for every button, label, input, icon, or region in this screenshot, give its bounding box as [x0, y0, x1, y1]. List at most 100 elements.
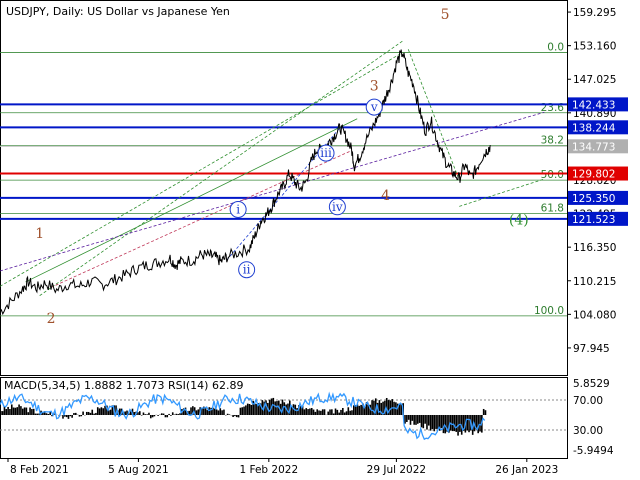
- macd-bar: [268, 399, 271, 415]
- macd-bar: [418, 415, 421, 423]
- macd-bar: [69, 415, 72, 417]
- macd-bar: [100, 407, 103, 415]
- fib-label: 0.0: [547, 42, 564, 54]
- y-tick-label: 159.295: [573, 7, 616, 19]
- x-tick-label: 5 Aug 2021: [108, 464, 169, 476]
- macd-bar: [272, 397, 275, 415]
- macd-bar: [332, 413, 335, 415]
- channel-line: [39, 40, 403, 296]
- macd-bar: [411, 415, 414, 421]
- macd-bar: [353, 405, 355, 415]
- macd-bar: [74, 412, 77, 415]
- macd-bar: [358, 405, 361, 415]
- level-label: 134.773: [572, 141, 615, 153]
- macd-bar: [104, 405, 106, 415]
- macd-bar: [406, 415, 408, 422]
- macd-bar: [321, 409, 324, 415]
- macd-bar: [164, 415, 167, 418]
- channel-line: [459, 178, 545, 207]
- macd-bar: [420, 415, 423, 428]
- macd-bar: [78, 415, 81, 417]
- macd-bar: [296, 408, 298, 415]
- x-tick-label: 29 Jul 2022: [367, 464, 426, 476]
- x-tick-label: 8 Feb 2021: [10, 464, 69, 476]
- level-label: 142.433: [572, 99, 615, 111]
- macd-bar: [433, 415, 436, 432]
- macd-bar: [32, 408, 35, 415]
- macd-bar: [96, 407, 99, 415]
- macd-bar: [413, 415, 415, 425]
- wave-label: 3: [370, 78, 379, 94]
- macd-bar: [415, 415, 417, 425]
- macd-bar: [34, 413, 37, 415]
- macd-bar: [426, 415, 428, 430]
- macd-bar: [85, 411, 88, 415]
- macd-bar: [422, 415, 425, 429]
- macd-bar: [235, 415, 238, 418]
- macd-bar: [429, 415, 432, 431]
- macd-bar: [331, 409, 333, 415]
- macd-bar: [36, 413, 39, 415]
- macd-bar: [407, 415, 410, 420]
- macd-bar: [274, 401, 276, 415]
- macd-bar: [342, 407, 344, 415]
- macd-bar: [151, 415, 154, 418]
- y-tick-label: 104.080: [573, 309, 616, 321]
- macd-bar: [10, 404, 13, 415]
- chart-canvas: USDJPY, Daily: US Dollar vs Japanese Yen…: [0, 0, 628, 476]
- macd-bar: [389, 400, 392, 415]
- macd-bar: [371, 400, 373, 415]
- macd-bar: [228, 414, 231, 415]
- macd-bar: [345, 411, 348, 415]
- macd-bar: [409, 415, 412, 425]
- macd-bar: [312, 409, 315, 415]
- macd-bar: [338, 412, 340, 415]
- macd-bar: [23, 407, 26, 415]
- macd-bar: [144, 414, 147, 415]
- macd-bar: [62, 415, 64, 419]
- macd-bar: [283, 402, 286, 415]
- macd-bar: [25, 407, 28, 415]
- wave-label: (4): [509, 212, 529, 228]
- macd-bar: [148, 412, 150, 415]
- macd-bar: [276, 401, 278, 415]
- macd-bar: [314, 411, 317, 415]
- wave-label: iv: [332, 200, 343, 214]
- wave-label: i: [236, 203, 240, 217]
- macd-bar: [195, 410, 198, 415]
- macd-bar: [305, 408, 308, 415]
- macd-bar: [219, 408, 222, 415]
- wave-label: 4: [381, 188, 390, 204]
- macd-bar: [245, 405, 247, 415]
- macd-bar: [318, 410, 320, 415]
- y-tick-label: 97.945: [573, 343, 610, 355]
- wave-label: iii: [320, 146, 332, 160]
- macd-bar: [16, 407, 19, 415]
- fib-label: 50.0: [541, 169, 564, 181]
- macd-bar: [455, 415, 458, 432]
- macd-bar: [9, 409, 11, 415]
- macd-bar: [435, 415, 437, 429]
- channel-line: [25, 118, 358, 283]
- macd-bar: [29, 407, 31, 415]
- indicator-tick-label: 70.00: [573, 395, 603, 407]
- macd-bar: [157, 415, 159, 416]
- macd-bar: [139, 411, 141, 415]
- channel-line: [0, 111, 545, 272]
- macd-bar: [316, 409, 319, 415]
- macd-bar: [226, 413, 229, 415]
- macd-bar: [307, 409, 309, 415]
- macd-bar: [424, 415, 426, 424]
- macd-bar: [12, 407, 15, 415]
- macd-bar: [334, 408, 337, 415]
- macd-bar: [73, 412, 75, 415]
- macd-bar: [223, 409, 225, 415]
- macd-bar: [482, 408, 485, 415]
- indicator-label: MACD(5,34,5) 1.8882 1.7073 RSI(14) 62.89: [4, 379, 243, 392]
- wave-label: 5: [441, 7, 450, 23]
- macd-bar: [14, 407, 17, 415]
- wave-label: ii: [243, 263, 251, 277]
- y-tick-label: 116.350: [573, 242, 616, 254]
- channel-line: [407, 49, 460, 181]
- x-tick-label: 1 Feb 2022: [239, 464, 298, 476]
